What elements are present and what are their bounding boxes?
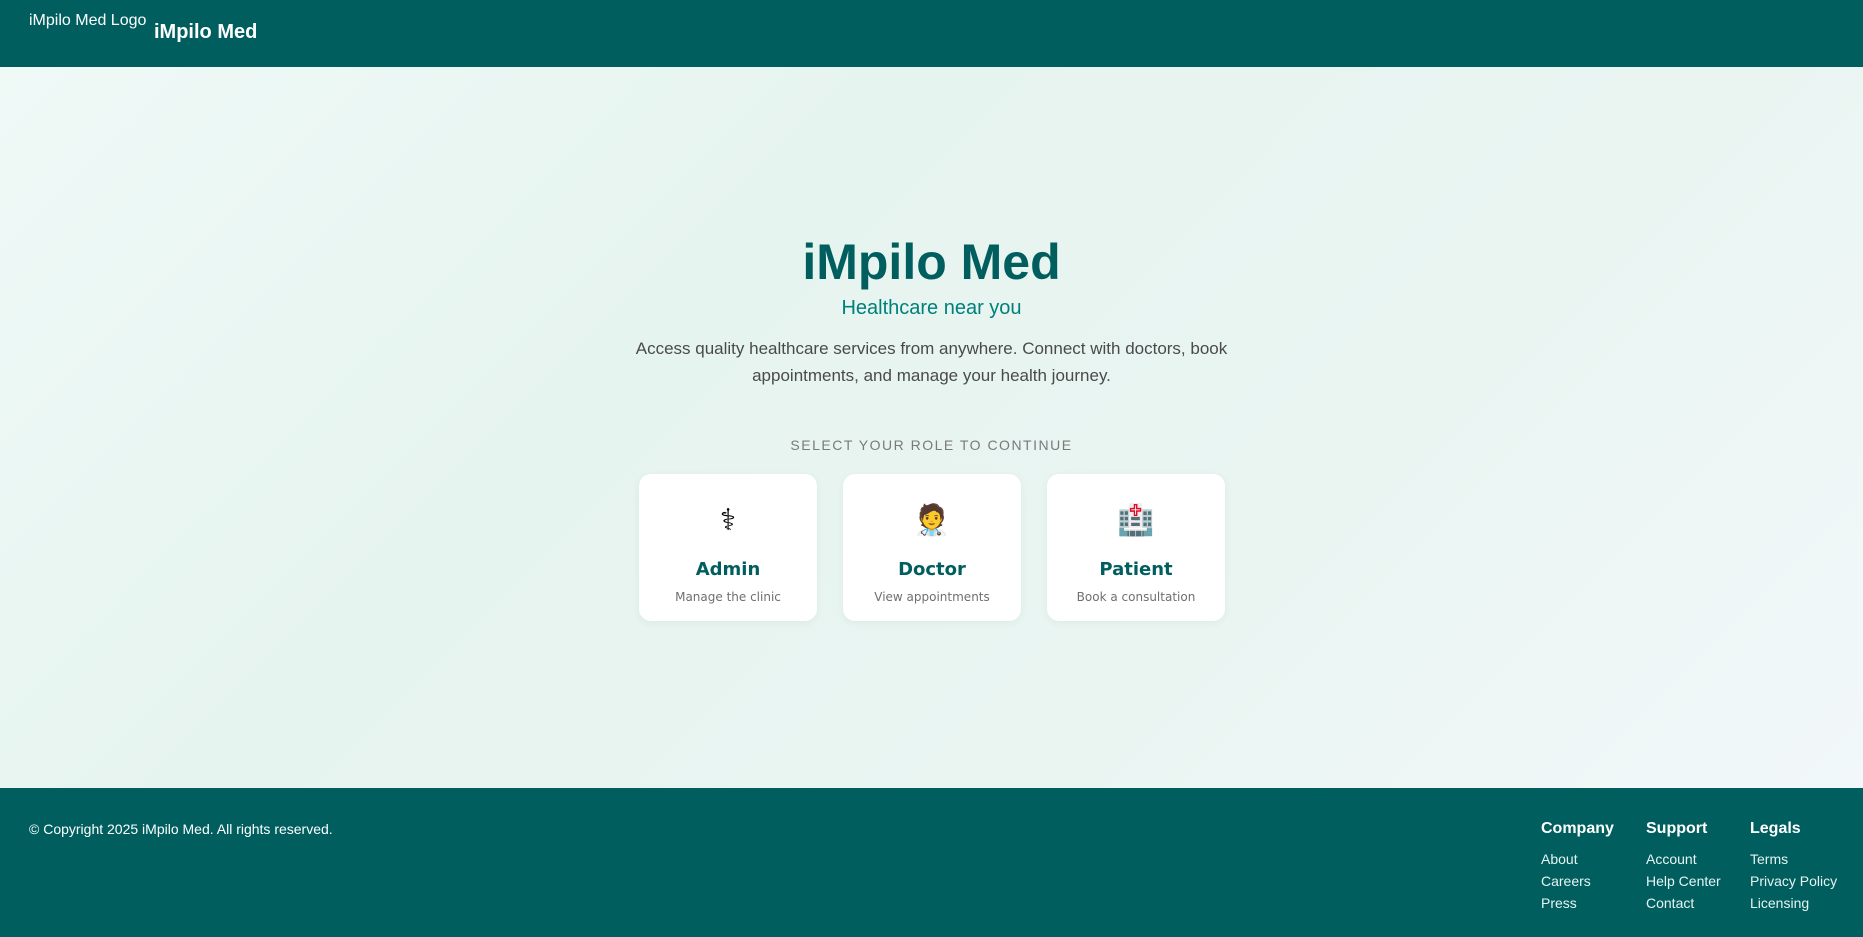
hospital-icon: 🏥 — [1117, 504, 1155, 537]
hero-section: iMpilo Med Healthcare near you Access qu… — [0, 67, 1863, 788]
role-card-admin[interactable]: ⚕ Admin Manage the clinic — [639, 474, 817, 621]
footer-heading: Legals — [1750, 820, 1801, 837]
footer-heading: Company — [1541, 820, 1614, 837]
caduceus-icon: ⚕ — [719, 504, 737, 537]
page-subtitle: Healthcare near you — [841, 297, 1022, 319]
footer-link-terms[interactable]: Terms — [1750, 848, 1837, 870]
footer-column-company: Company About Careers Press — [1541, 820, 1614, 914]
logo-image[interactable]: iMpilo Med Logo — [29, 12, 146, 30]
role-description: Manage the clinic — [675, 590, 781, 604]
footer-heading: Support — [1646, 820, 1708, 837]
footer-link-about[interactable]: About — [1541, 848, 1614, 870]
role-name: Patient — [1099, 559, 1173, 580]
doctor-icon: 🧑‍⚕️ — [913, 504, 951, 537]
role-card-patient[interactable]: 🏥 Patient Book a consultation — [1047, 474, 1225, 621]
footer-link-privacy-policy[interactable]: Privacy Policy — [1750, 870, 1837, 892]
footer-column-support: Support Account Help Center Contact — [1646, 820, 1721, 914]
role-description: Book a consultation — [1076, 590, 1196, 604]
brand-name[interactable]: iMpilo Med — [154, 21, 257, 44]
role-description: View appointments — [874, 590, 990, 604]
footer-column-legals: Legals Terms Privacy Policy Licensing — [1750, 820, 1837, 914]
copyright-text: © Copyright 2025 iMpilo Med. All rights … — [29, 821, 333, 837]
role-card-doctor[interactable]: 🧑‍⚕️ Doctor View appointments — [843, 474, 1021, 621]
footer-link-careers[interactable]: Careers — [1541, 870, 1614, 892]
hero-description: Access quality healthcare services from … — [635, 339, 1228, 385]
role-prompt: SELECT YOUR ROLE TO CONTINUE — [790, 437, 1073, 453]
footer-link-press[interactable]: Press — [1541, 892, 1614, 914]
site-footer: © Copyright 2025 iMpilo Med. All rights … — [0, 788, 1863, 937]
role-name: Admin — [695, 559, 761, 580]
footer-link-contact[interactable]: Contact — [1646, 892, 1721, 914]
page-title: iMpilo Med — [802, 234, 1061, 290]
role-name: Doctor — [898, 559, 966, 580]
footer-link-help-center[interactable]: Help Center — [1646, 870, 1721, 892]
footer-link-account[interactable]: Account — [1646, 848, 1721, 870]
top-header: iMpilo Med Logo iMpilo Med — [0, 0, 1863, 67]
footer-link-licensing[interactable]: Licensing — [1750, 892, 1837, 914]
